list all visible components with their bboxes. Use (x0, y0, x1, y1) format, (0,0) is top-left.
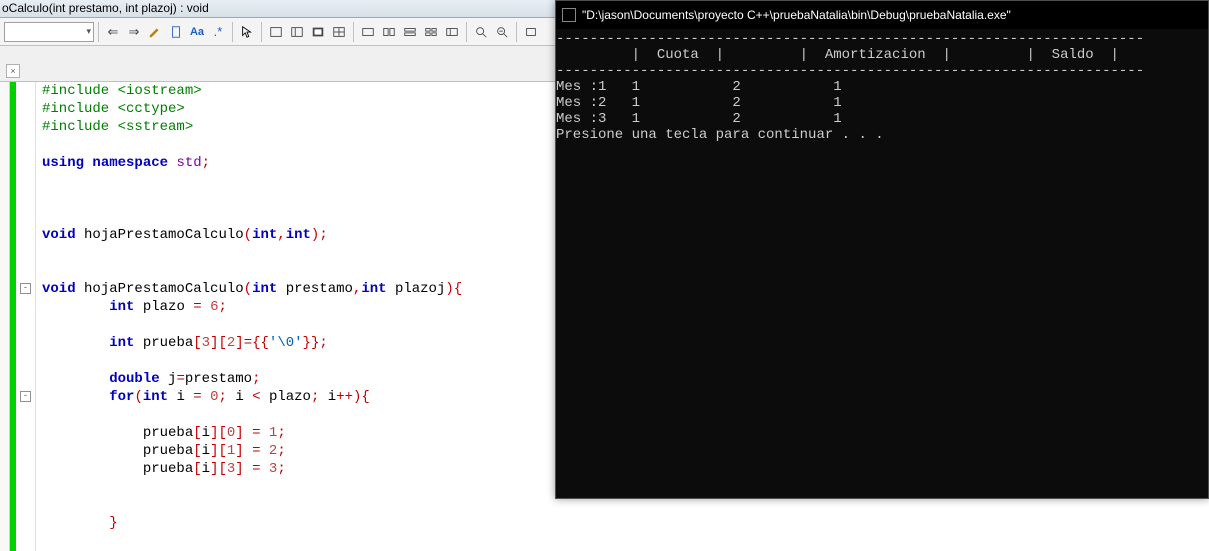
bookmark-icon[interactable] (166, 22, 186, 42)
toolbar-separator (261, 22, 262, 42)
toolbar-separator (353, 22, 354, 42)
layout4-icon[interactable] (421, 22, 441, 42)
pencil-icon[interactable] (145, 22, 165, 42)
toolbar-separator (516, 22, 517, 42)
tab-close-button[interactable]: × (6, 64, 20, 78)
console-title-text: "D:\jason\Documents\proyecto C++\pruebaN… (582, 8, 1011, 22)
toolbar-separator (466, 22, 467, 42)
nav-back-icon[interactable]: ⇐ (103, 22, 123, 42)
nav-forward-icon[interactable]: ⇒ (124, 22, 144, 42)
console-window: "D:\jason\Documents\proyecto C++\pruebaN… (555, 0, 1209, 499)
toolbar-combo[interactable] (4, 22, 94, 42)
toolbar-separator (232, 22, 233, 42)
grid-icon[interactable] (329, 22, 349, 42)
match-case-icon[interactable]: Aa (187, 22, 207, 42)
hex-icon[interactable] (308, 22, 328, 42)
console-output: ----------------------------------------… (556, 29, 1208, 147)
fold-toggle[interactable]: - (20, 283, 31, 294)
layout2-icon[interactable] (379, 22, 399, 42)
fold-gutter: -- (16, 82, 36, 551)
console-app-icon (562, 8, 576, 22)
toolbar-separator (98, 22, 99, 42)
line-number-gutter (0, 82, 10, 551)
cursor-icon[interactable] (237, 22, 257, 42)
console-titlebar[interactable]: "D:\jason\Documents\proyecto C++\pruebaN… (556, 1, 1208, 29)
fold-toggle[interactable]: - (20, 391, 31, 402)
settings-icon[interactable] (521, 22, 541, 42)
layout1-icon[interactable] (358, 22, 378, 42)
instruction-icon[interactable] (287, 22, 307, 42)
regex-icon[interactable]: .* (208, 22, 228, 42)
zoom-in-icon[interactable] (471, 22, 491, 42)
zoom-out-icon[interactable] (492, 22, 512, 42)
block-select-icon[interactable] (266, 22, 286, 42)
layout3-icon[interactable] (400, 22, 420, 42)
layout5-icon[interactable] (442, 22, 462, 42)
